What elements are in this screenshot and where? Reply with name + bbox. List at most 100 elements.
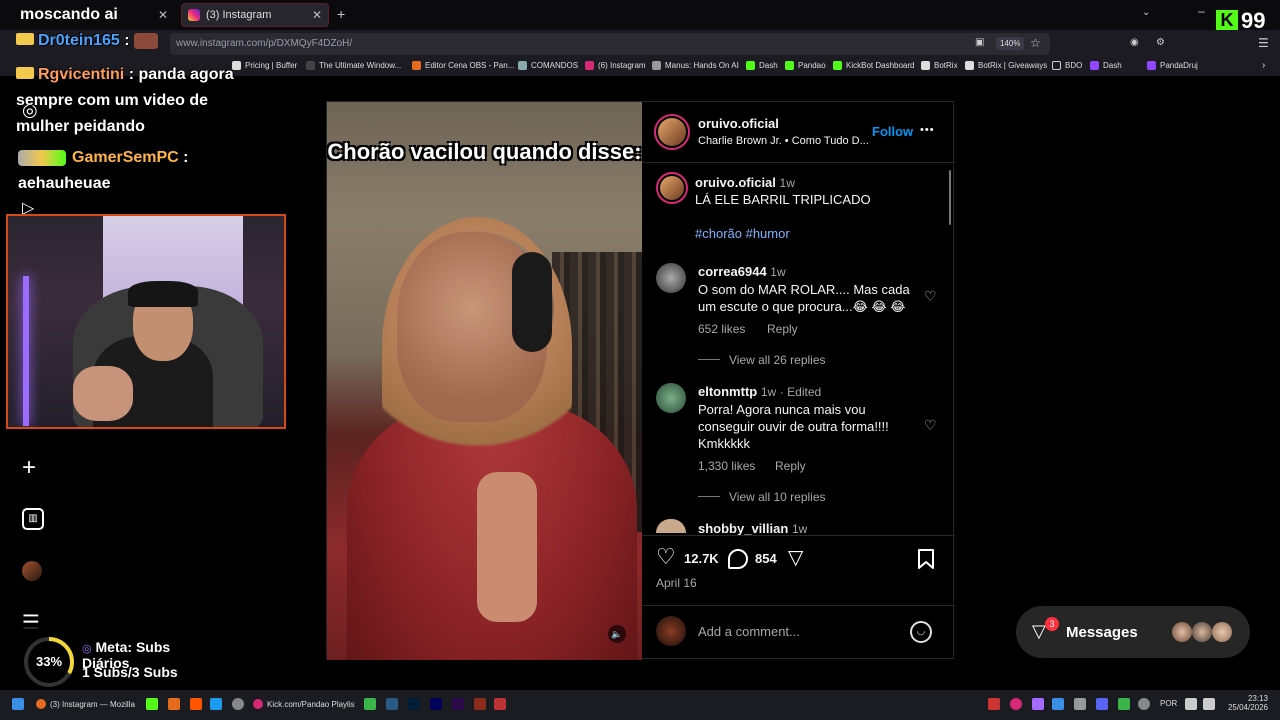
tray-icon[interactable]	[1074, 698, 1086, 710]
webcam-feed	[6, 214, 286, 429]
network-icon[interactable]	[1185, 698, 1197, 710]
scrollbar-thumb[interactable]	[949, 170, 951, 225]
taskbar-window[interactable]: Kick.com/Pandao Playlis	[253, 699, 355, 709]
author-avatar[interactable]	[654, 114, 690, 150]
volume-icon[interactable]: 🔈	[608, 625, 626, 643]
bookmark-icon[interactable]	[918, 549, 934, 569]
create-icon[interactable]: +	[22, 454, 36, 482]
url-bar: www.instagram.com/p/DXMQyF4DZoH/ ▣ ☆ ◉ ⚙…	[0, 30, 1280, 58]
like-count[interactable]: 12.7K	[684, 551, 719, 566]
heart-icon[interactable]: ♡	[924, 289, 938, 303]
more-options-icon[interactable]: •••	[920, 124, 935, 136]
bookmark-item[interactable]: PandaDruj	[1147, 61, 1198, 70]
caption-hashtags[interactable]: #chorão #humor	[695, 226, 790, 241]
badge-icon	[16, 67, 34, 79]
chevron-right-icon[interactable]: ›	[1262, 60, 1265, 71]
view-replies-button[interactable]: View all 10 replies	[729, 490, 826, 504]
app-icon[interactable]	[168, 698, 180, 710]
app-icon[interactable]	[364, 698, 376, 710]
audio-label[interactable]: Charlie Brown Jr. • Como Tudo D...	[698, 135, 873, 147]
app-icon[interactable]	[232, 698, 244, 710]
tray-icon[interactable]	[1052, 698, 1064, 710]
input-language[interactable]: POR	[1160, 699, 1177, 708]
bookmark-item[interactable]: BotRix	[921, 61, 958, 70]
bookmark-item[interactable]: Dash	[746, 61, 778, 70]
star-icon[interactable]: ☆	[1030, 36, 1041, 50]
app-icon[interactable]	[190, 698, 202, 710]
reader-icon[interactable]: ▣	[975, 37, 984, 48]
app-icon[interactable]	[210, 698, 222, 710]
reply-button[interactable]: Reply	[767, 322, 798, 336]
author-avatar[interactable]	[656, 172, 688, 204]
profile-avatar[interactable]	[22, 561, 42, 581]
add-comment-input[interactable]: Add a comment...	[698, 624, 800, 639]
premiere-icon[interactable]	[452, 698, 464, 710]
reel-video[interactable]: Chorão vacilou quando disse: 🔈	[327, 102, 642, 660]
tab-stream[interactable]: moscando ai ✕	[4, 3, 174, 27]
bookmark-label: KickBot Dashboard	[846, 61, 915, 70]
goal-percent: 33%	[35, 654, 63, 669]
photoshop-icon[interactable]	[408, 698, 420, 710]
heart-icon[interactable]: ♡	[656, 546, 676, 568]
share-icon[interactable]: ▽	[788, 545, 803, 570]
extension-icon[interactable]: ◉	[1130, 37, 1139, 48]
bookmark-item[interactable]: COMANDOS	[518, 61, 578, 70]
bookmark-item[interactable]: Editor Cena OBS - Pan...	[412, 61, 514, 70]
minimize-button[interactable]: –	[1198, 4, 1205, 18]
comment-time: 1w	[770, 265, 786, 279]
commenter-avatar[interactable]	[656, 383, 686, 413]
extensions-icon[interactable]: ⚙	[1156, 37, 1165, 48]
discord-icon[interactable]	[1096, 698, 1108, 710]
bookmark-item[interactable]: Pandao	[785, 61, 826, 70]
zoom-level[interactable]: 140%	[996, 37, 1025, 50]
reply-button[interactable]: Reply	[775, 459, 806, 473]
comment-user[interactable]: shobby_villian	[698, 521, 788, 535]
comment-likes[interactable]: 1,330 likes	[698, 459, 755, 473]
follow-button[interactable]: Follow	[872, 124, 913, 139]
volume-icon[interactable]	[1203, 698, 1215, 710]
bookmark-item[interactable]: BDO	[1052, 61, 1082, 70]
clock[interactable]: 23:13 25/04/2026	[1224, 694, 1268, 712]
menu-icon[interactable]: ☰	[1258, 36, 1269, 50]
app-icon[interactable]	[146, 698, 158, 710]
bookmark-item[interactable]: Manus: Hands On AI	[652, 61, 739, 70]
firefox-icon	[36, 699, 46, 709]
tray-icon[interactable]	[1010, 698, 1022, 710]
bookmark-item[interactable]: Dash	[1090, 61, 1122, 70]
commenter-avatar[interactable]	[656, 519, 686, 533]
tab-instagram[interactable]: (3) Instagram ✕	[181, 3, 329, 27]
app-icon[interactable]	[494, 698, 506, 710]
comment-user[interactable]: eltonmttp	[698, 384, 757, 399]
view-replies-button[interactable]: View all 26 replies	[729, 353, 826, 367]
comment-user[interactable]: correa6944	[698, 264, 767, 279]
bookmark-item[interactable]: (6) Instagram	[585, 61, 646, 70]
start-icon[interactable]	[12, 698, 24, 710]
heart-icon[interactable]: ♡	[924, 418, 938, 432]
close-icon[interactable]: ✕	[158, 8, 168, 22]
aftereffects-icon[interactable]	[430, 698, 442, 710]
new-tab-button[interactable]: +	[337, 6, 345, 22]
bookmark-item[interactable]: BotRix | Giveaways	[965, 61, 1047, 70]
taskbar-window[interactable]: (3) Instagram — Mozilla	[36, 699, 135, 709]
bookmark-item[interactable]: KickBot Dashboard	[833, 61, 914, 70]
chevron-down-icon[interactable]: ⌄	[1142, 7, 1150, 18]
dashboard-icon[interactable]: ▥	[22, 508, 44, 530]
tray-icon[interactable]	[1032, 698, 1044, 710]
comment-likes[interactable]: 652 likes	[698, 322, 745, 336]
emoji-icon[interactable]: ◡	[910, 621, 932, 643]
tray-icon[interactable]	[988, 698, 1000, 710]
address-field[interactable]: www.instagram.com/p/DXMQyF4DZoH/	[170, 33, 1050, 55]
microphone-icon[interactable]	[1138, 698, 1150, 710]
bookmark-item[interactable]: The Ultimate Window...	[306, 61, 401, 70]
comment-count[interactable]: 854	[755, 551, 777, 566]
messages-button[interactable]: ▽ 3 Messages	[1016, 606, 1250, 658]
close-icon[interactable]: ✕	[312, 8, 322, 22]
app-icon[interactable]	[474, 698, 486, 710]
tray-icon[interactable]	[1118, 698, 1130, 710]
commenter-avatar[interactable]	[656, 263, 686, 293]
video-caption: Chorão vacilou quando disse:	[327, 139, 642, 164]
app-icon[interactable]	[386, 698, 398, 710]
author-name[interactable]: oruivo.oficial	[698, 116, 779, 131]
comment-icon[interactable]	[728, 549, 748, 569]
caption-user[interactable]: oruivo.oficial	[695, 175, 776, 190]
